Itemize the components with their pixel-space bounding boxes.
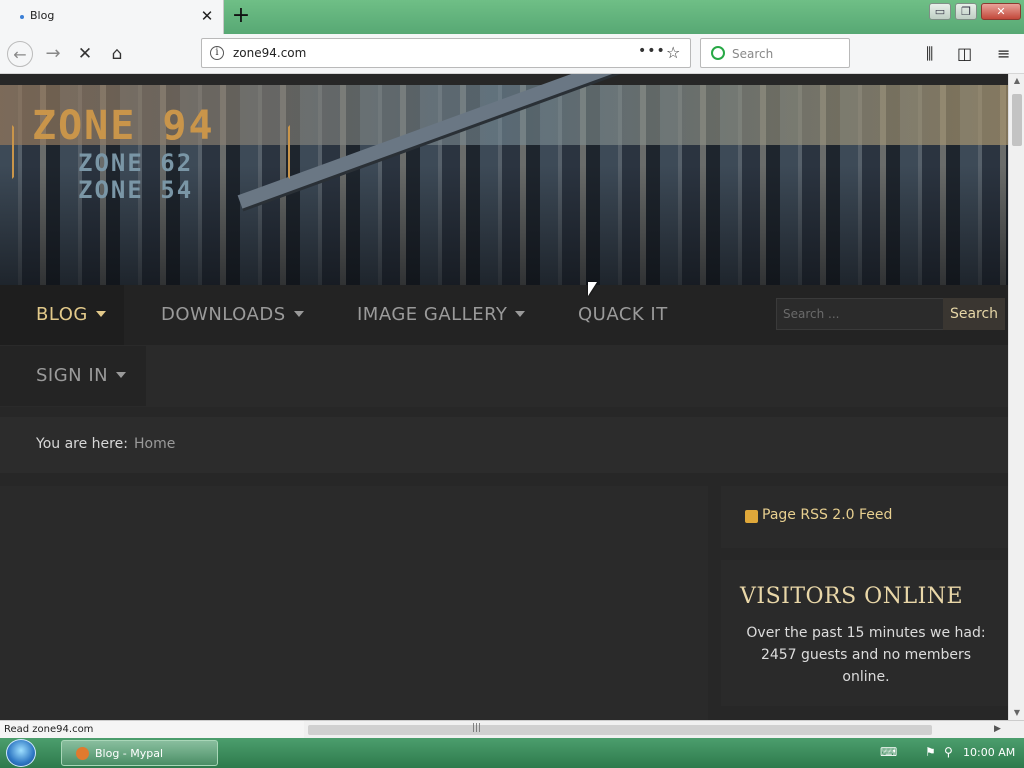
- chevron-down-icon: [116, 372, 127, 378]
- breadcrumb-label: You are here:: [36, 436, 128, 452]
- logo-zone94: ZONE 94: [32, 103, 215, 149]
- mouse-cursor-icon: [588, 282, 597, 296]
- taskbar-clock[interactable]: 10:00 AM: [963, 746, 1015, 759]
- new-tab-button[interactable]: +: [230, 4, 252, 28]
- search-engine-icon[interactable]: [711, 46, 725, 60]
- url-text[interactable]: zone94.com: [233, 46, 306, 60]
- visitors-online-text: Over the past 15 minutes we had: 2457 gu…: [746, 625, 986, 685]
- info-icon[interactable]: i: [210, 46, 224, 60]
- visitors-online-module: VISITORS ONLINE Over the past 15 minutes…: [721, 560, 1008, 706]
- close-window-button[interactable]: ✕: [981, 3, 1021, 20]
- main-menu-row-2: [0, 345, 1008, 407]
- restore-button[interactable]: ❐: [955, 3, 977, 20]
- rss-module: Page RSS 2.0 Feed: [721, 486, 1008, 548]
- logo-zone62: ZONE 62: [78, 149, 194, 177]
- home-icon[interactable]: ⌂: [104, 41, 130, 67]
- main-content-area: [0, 486, 708, 720]
- rss-feed-link[interactable]: Page RSS 2.0 Feed: [762, 507, 892, 523]
- scroll-right-arrow-icon[interactable]: ▶: [994, 724, 1001, 734]
- tab-blog[interactable]: Blog ✕: [0, 0, 224, 34]
- chevron-down-icon: [293, 311, 304, 317]
- menu-sign-in-label: SIGN IN: [36, 365, 109, 386]
- scrollbar-corner: [1008, 720, 1024, 738]
- scroll-up-arrow-icon[interactable]: ▲: [1009, 74, 1024, 88]
- forward-arrow-icon[interactable]: →: [40, 41, 66, 67]
- taskbar-window-button[interactable]: Blog - Mypal: [61, 740, 218, 766]
- menu-blog-label: BLOG: [36, 304, 88, 325]
- minimize-button[interactable]: ▭: [929, 3, 951, 20]
- library-icon[interactable]: ⫼: [926, 44, 933, 64]
- close-tab-icon[interactable]: ✕: [199, 7, 215, 25]
- taskbar: Blog - Mypal ⌨ ⚑ ⚲ 10:00 AM: [0, 738, 1024, 768]
- navigation-toolbar: ← → ✕ ⌂ i zone94.com ••• ☆ Search ⫼ ◫ ≡: [0, 34, 1024, 74]
- horizontal-scrollbar[interactable]: ||| ▶: [304, 720, 1008, 738]
- back-arrow-icon[interactable]: ←: [7, 41, 33, 67]
- menu-blog[interactable]: BLOG: [0, 285, 124, 345]
- vertical-scrollbar[interactable]: ▲ ▼: [1008, 74, 1024, 720]
- taskbar-window-label: Blog - Mypal: [95, 747, 164, 760]
- start-button-icon[interactable]: [6, 739, 36, 767]
- stop-loading-icon[interactable]: ✕: [72, 41, 98, 67]
- browser-search-input[interactable]: Search: [700, 38, 850, 68]
- rss-feed-icon[interactable]: [745, 510, 758, 523]
- bookmark-star-icon[interactable]: ☆: [666, 43, 680, 62]
- visitors-online-title: VISITORS ONLINE: [740, 584, 964, 609]
- page-viewport: ZONE 94 ZONE 62 ZONE 54 BLOG DOWNLOADS I…: [0, 74, 1008, 720]
- menu-sign-in[interactable]: SIGN IN: [0, 346, 146, 406]
- menu-downloads[interactable]: DOWNLOADS: [161, 285, 331, 345]
- menu-quack-it-label: QUACK IT: [578, 304, 668, 325]
- horizontal-scroll-thumb[interactable]: [308, 725, 932, 735]
- browser-search-placeholder: Search: [732, 47, 774, 61]
- page-actions-icon[interactable]: •••: [638, 43, 666, 59]
- menu-image-gallery-label: IMAGE GALLERY: [357, 304, 508, 325]
- network-icon[interactable]: ⚑: [925, 745, 936, 759]
- scroll-grip-icon: |||: [472, 723, 482, 733]
- sidebar-icon[interactable]: ◫: [957, 44, 972, 63]
- chevron-down-icon: [95, 311, 106, 317]
- tab-title: Blog: [30, 9, 55, 22]
- site-banner-image[interactable]: ZONE 94 ZONE 62 ZONE 54: [0, 74, 1008, 285]
- search-tray-icon[interactable]: ⚲: [944, 745, 953, 759]
- site-search-placeholder: Search ...: [783, 307, 840, 321]
- keyboard-icon[interactable]: ⌨: [880, 745, 897, 759]
- status-text: Read zone94.com: [4, 724, 94, 735]
- menu-downloads-label: DOWNLOADS: [161, 304, 286, 325]
- browser-app-icon: [76, 747, 89, 760]
- tab-strip: Blog ✕ + ▭ ❐ ✕: [0, 0, 1024, 34]
- site-search-input[interactable]: Search ...: [776, 298, 944, 330]
- loading-dot-icon: [20, 15, 24, 19]
- chevron-down-icon: [515, 311, 526, 317]
- scroll-down-arrow-icon[interactable]: ▼: [1009, 706, 1024, 720]
- status-bar: Read zone94.com: [0, 720, 304, 738]
- breadcrumb: You are here: Home: [0, 417, 1008, 473]
- vertical-scroll-thumb[interactable]: [1012, 94, 1022, 146]
- logo-zone54: ZONE 54: [78, 176, 194, 204]
- menu-image-gallery[interactable]: IMAGE GALLERY: [357, 285, 537, 345]
- menu-hamburger-icon[interactable]: ≡: [997, 44, 1010, 63]
- site-search-button[interactable]: Search: [943, 298, 1005, 330]
- breadcrumb-home-link[interactable]: Home: [134, 436, 175, 452]
- url-bar[interactable]: i zone94.com ••• ☆: [201, 38, 691, 68]
